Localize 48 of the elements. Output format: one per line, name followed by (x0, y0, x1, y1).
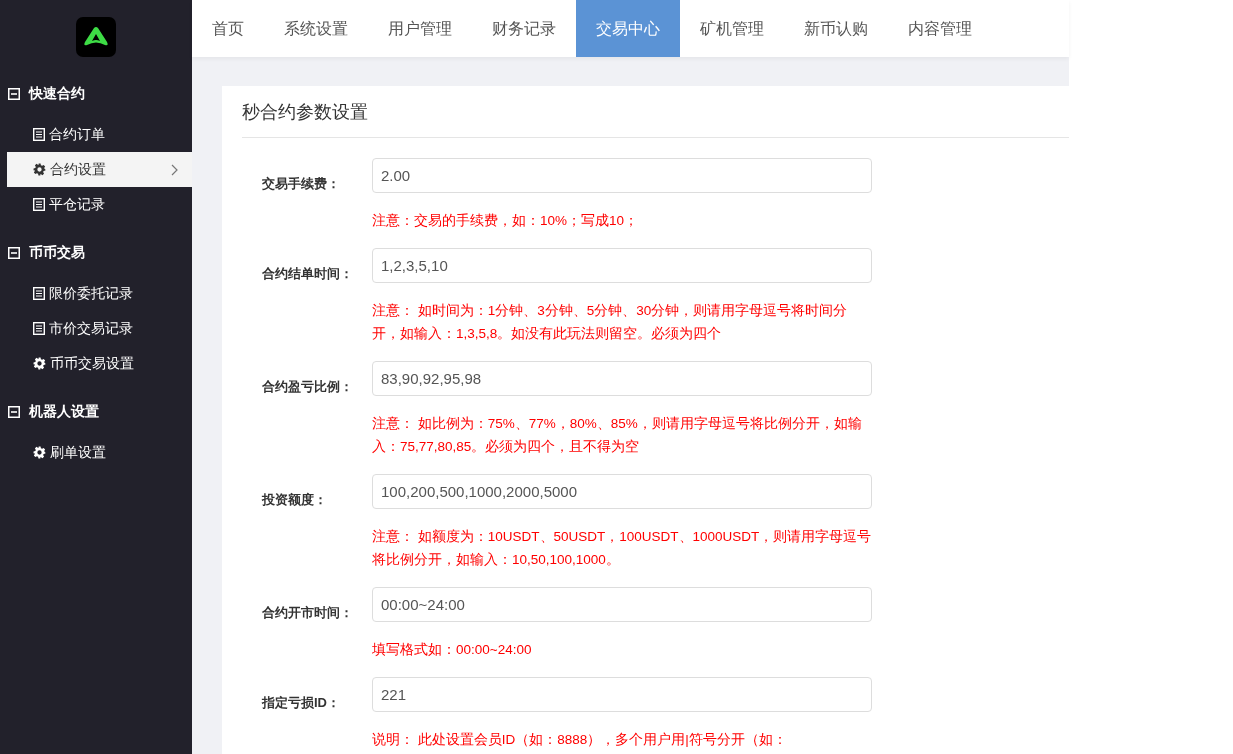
list-icon (33, 198, 45, 211)
field-note: 注意： 如时间为：1分钟、3分钟、5分钟、30分钟，则请用字母逗号将时间分开，如输入：1,3,5,8。如没有此玩法则留空。必须为四个 (372, 302, 849, 343)
field-label: 合约结单时间： (261, 265, 354, 283)
list-icon (33, 322, 45, 335)
gear-icon (33, 446, 46, 459)
chevron-icon (171, 164, 178, 177)
list-icon (33, 128, 45, 141)
gear-icon (33, 357, 46, 370)
field-label: 合约盈亏比例： (261, 378, 354, 396)
logo-icon (76, 17, 116, 57)
collapse-icon[interactable] (8, 405, 20, 418)
sidebar-item[interactable]: 刷单设置 (7, 435, 192, 470)
nav-tab[interactable]: 用户管理 (368, 0, 472, 57)
field-label: 交易手续费： (261, 175, 341, 193)
nav-tab[interactable]: 新币认购 (784, 0, 888, 57)
field-note: 填写格式如：00:00~24:00 (372, 641, 533, 659)
input-field[interactable]: 83,90,92,95,98 (372, 361, 872, 396)
input-field[interactable]: 100,200,500,1000,2000,5000 (372, 474, 872, 509)
sidebar-item[interactable]: 限价委托记录 (7, 276, 192, 311)
nav-tab[interactable]: 内容管理 (888, 0, 992, 57)
field-label: 指定亏损ID： (260, 694, 341, 712)
list-icon (33, 287, 45, 300)
nav-tab[interactable]: 矿机管理 (680, 0, 784, 57)
input-field[interactable]: 1,2,3,5,10 (372, 248, 872, 283)
field-note: 注意：交易的手续费，如：10%；写成10； (372, 212, 640, 230)
panel-title: 秒合约参数设置 (241, 101, 369, 124)
sidebar-item[interactable]: 市价交易记录 (7, 311, 192, 346)
input-field[interactable]: 2.00 (372, 158, 872, 193)
sidebar-item[interactable]: 平仓记录 (7, 187, 192, 222)
sidebar-group-title: 快速合约 (29, 84, 85, 103)
nav-tab[interactable]: 首页 (192, 0, 264, 57)
field-note: 注意： 如比例为：75%、77%，80%、85%，则请用字母逗号将比例分开，如输入：75,77,80,85。必须为四个，且不得为空 (372, 415, 863, 456)
sidebar-group-title: 机器人设置 (29, 402, 99, 421)
sidebar-item[interactable]: 币币交易设置 (7, 346, 192, 381)
nav-tab[interactable]: 系统设置 (264, 0, 368, 57)
nav-tab[interactable]: 财务记录 (472, 0, 576, 57)
field-note: 说明： 此处设置会员ID（如：8888），多个用户用|符号分开（如： (372, 731, 788, 749)
sidebar-item[interactable]: 合约订单 (7, 117, 192, 152)
field-note: 注意： 如额度为：10USDT、50USDT，100USDT、1000USDT，则请用字母逗号将比例分开，如输入：10,50,100,1000。 (372, 528, 872, 569)
gear-icon (33, 163, 46, 176)
sidebar-group-title: 币币交易 (29, 243, 85, 262)
sidebar-item[interactable]: 合约设置 (7, 152, 192, 187)
field-label: 投资额度： (260, 491, 328, 509)
field-label: 合约开市时间： (261, 604, 354, 622)
input-field[interactable]: 00:00~24:00 (372, 587, 872, 622)
collapse-icon[interactable] (8, 87, 20, 100)
collapse-icon[interactable] (8, 246, 20, 259)
input-field[interactable]: 221 (372, 677, 872, 712)
